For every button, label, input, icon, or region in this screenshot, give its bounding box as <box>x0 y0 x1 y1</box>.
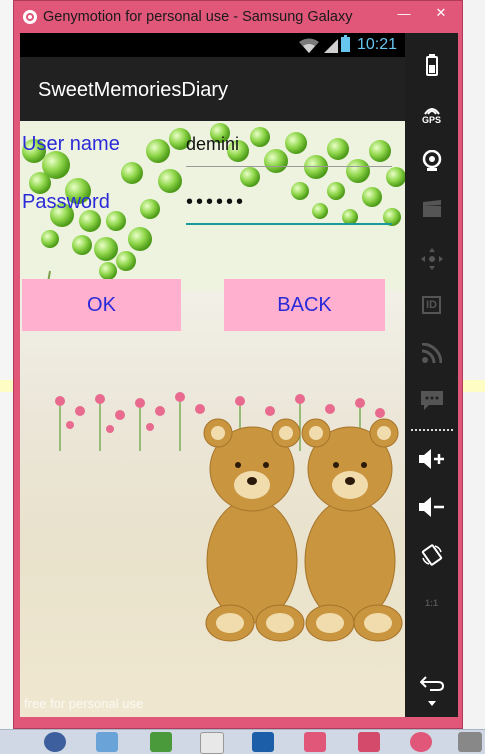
back-button[interactable]: BACK <box>224 279 385 331</box>
gps-icon[interactable]: GPS <box>405 95 458 135</box>
notepad-taskbar-icon[interactable] <box>200 732 224 754</box>
taskbar <box>0 729 485 754</box>
minimize-button[interactable]: — <box>391 4 417 22</box>
id-label: ID <box>422 296 441 314</box>
volume-up-icon[interactable] <box>405 439 458 479</box>
video-icon[interactable] <box>405 189 458 229</box>
app-taskbar-icon[interactable] <box>150 732 172 752</box>
eclipse-taskbar-icon[interactable] <box>44 732 66 752</box>
window-titlebar[interactable]: Genymotion for personal use - Samsung Ga… <box>14 1 462 33</box>
app-taskbar-icon[interactable] <box>96 732 118 752</box>
genymotion-taskbar-icon[interactable] <box>304 732 326 752</box>
signal-icon <box>324 39 338 53</box>
scale-label: 1:1 <box>424 598 438 608</box>
genymotion-window: Genymotion for personal use - Samsung Ga… <box>13 0 463 729</box>
wifi-icon <box>299 38 319 53</box>
rotate-icon[interactable] <box>405 535 458 575</box>
virtualbox-taskbar-icon[interactable] <box>252 732 274 752</box>
window-title: Genymotion for personal use - Samsung Ga… <box>43 9 353 25</box>
gps-label: GPS <box>421 114 441 125</box>
password-label: Password <box>22 191 110 213</box>
background-editor-right <box>462 0 485 730</box>
status-bar: 10:21 <box>20 33 405 57</box>
id-icon[interactable]: ID <box>405 285 458 325</box>
teddy-bears-art <box>203 418 403 642</box>
username-label: User name <box>22 133 120 155</box>
password-value: •••••• <box>186 191 247 213</box>
rss-icon[interactable] <box>405 333 458 373</box>
ok-button[interactable]: OK <box>22 279 181 331</box>
volume-down-icon[interactable] <box>405 487 458 527</box>
android-screen: 10:21 SweetMemoriesDiary User name demin… <box>20 33 405 717</box>
battery-icon[interactable] <box>405 45 458 85</box>
dpad-icon[interactable] <box>405 239 458 279</box>
sms-icon[interactable] <box>405 381 458 421</box>
toolbar-separator <box>411 429 453 431</box>
close-button[interactable]: ✕ <box>424 4 458 22</box>
app-taskbar-icon[interactable] <box>358 732 380 752</box>
app-title: SweetMemoriesDiary <box>38 79 229 101</box>
login-content: User name demini Password •••••• OK BACK… <box>20 121 405 717</box>
username-input[interactable]: demini <box>186 131 392 167</box>
scroll-down-icon[interactable] <box>405 693 458 713</box>
app-taskbar-icon[interactable] <box>410 732 432 752</box>
scale-icon[interactable]: 1:1 <box>405 583 458 623</box>
watermark-text: free for personal use <box>24 696 144 711</box>
genymotion-toolbar: GPS ID 1:1 <box>405 33 458 717</box>
password-input[interactable]: •••••• <box>186 189 392 225</box>
editor-highlight-line <box>462 380 485 392</box>
camera-icon[interactable] <box>405 141 458 181</box>
system-tray-icon[interactable] <box>458 732 482 752</box>
genymotion-logo-icon <box>23 10 37 24</box>
battery-status-icon <box>341 35 350 52</box>
status-time: 10:21 <box>356 36 397 53</box>
username-value: demini <box>186 134 240 154</box>
action-bar: SweetMemoriesDiary <box>20 57 405 121</box>
